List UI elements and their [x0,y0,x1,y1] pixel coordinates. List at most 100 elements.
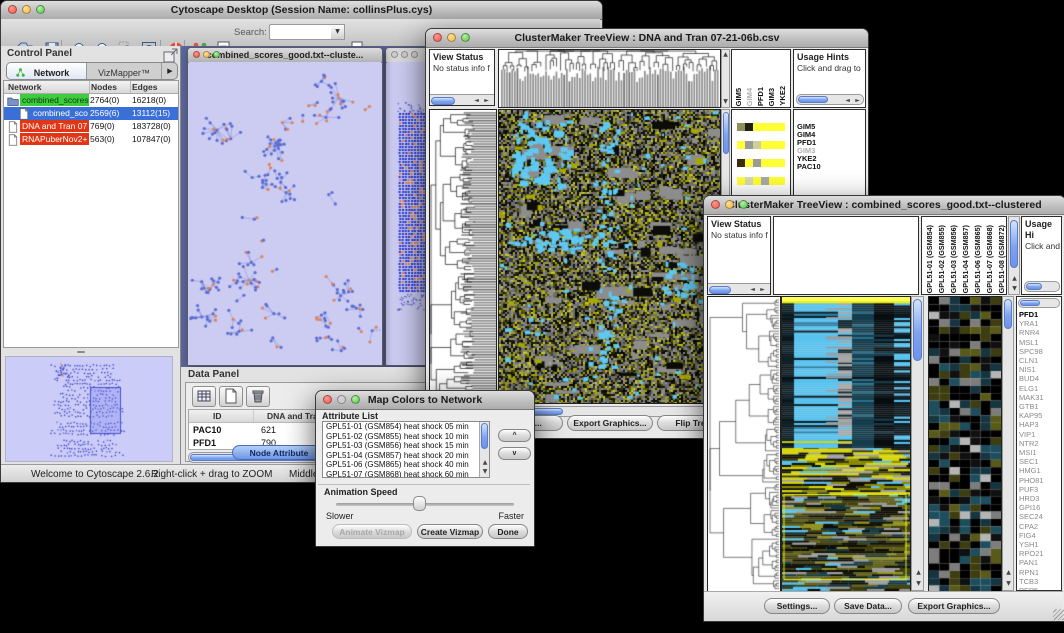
gene-label[interactable]: SPC98 [1017,347,1062,356]
gene-dendrogram-canvas[interactable] [707,296,781,593]
matrix-column-label[interactable]: GPL51-08 (GSM872) [997,225,1006,293]
network-row[interactable]: combined_scores2764(0)16218(0) [4,94,178,107]
float-panel-icon[interactable] [163,47,175,59]
gene-label[interactable]: PFD1 [1017,310,1062,319]
zoom-window-icon[interactable] [461,33,470,42]
gene-label[interactable]: NIS1 [1017,365,1062,374]
gene-label[interactable]: RPN1 [1017,568,1062,577]
gene-label[interactable]: PAN1 [1017,558,1062,567]
window-controls[interactable] [323,395,360,404]
resize-grip[interactable] [1053,609,1064,620]
view-status-scrollbar[interactable]: ◄ ► [430,94,494,105]
gene-label[interactable]: MAK31 [1017,393,1062,402]
search-dropdown-icon[interactable]: ▼ [331,24,345,40]
network-row[interactable]: combined_sco2569(6)13112(15) [4,107,178,120]
matrix-column-label[interactable]: GPL51-02 (GSM855) [937,225,946,293]
gene-label[interactable]: NTR2 [1017,439,1062,448]
gene-label[interactable]: TCB3 [1017,577,1062,586]
attribute-list-scrollbar[interactable]: ▲ ▼ [479,422,489,477]
zoom-window-icon[interactable] [351,395,360,404]
tab-vizmapper[interactable]: VizMapper™ [87,63,161,79]
window-controls[interactable] [193,51,220,58]
network-canvas-1[interactable] [189,62,381,365]
search-input[interactable] [269,24,333,40]
zoom-heatmap-canvas[interactable] [928,296,1002,593]
map-colors-dialog[interactable]: Map Colors to Network Attribute List GPL… [315,390,535,547]
attribute-item[interactable]: GPL51-06 (GSM865) heat shock 40 min [323,460,489,470]
gene-label[interactable]: FIG4 [1017,531,1062,540]
close-icon[interactable] [193,51,200,58]
gene-label[interactable]: YSH1 [1017,540,1062,549]
labels-vscrollbar[interactable]: ▲ ▼ [1008,216,1020,295]
matrix-column-label[interactable]: YKE2 [778,86,787,106]
matrix-column-label[interactable]: GIM3 [767,88,776,106]
expression-heatmap-canvas[interactable] [781,296,911,593]
gene-label[interactable]: GTB1 [1017,402,1062,411]
column-dendrogram-panel[interactable] [773,216,919,295]
close-icon[interactable] [433,33,442,42]
gene-label[interactable]: SEC1 [1017,457,1062,466]
gene-label[interactable]: ELG1 [1017,384,1062,393]
network-window-1-titlebar[interactable]: combined_scores_good.txt--cluste... [188,48,382,63]
heatmap-vscrollbar[interactable]: ▲ ▼ [911,296,924,591]
matrix-column-label[interactable]: GIM5 [734,88,743,106]
attribute-item[interactable]: GPL51-07 (GSM868) heat shock 60 min [323,470,489,479]
gene-label[interactable]: PHO81 [1017,476,1062,485]
trash-icon[interactable] [246,386,270,407]
minimize-icon[interactable] [203,51,210,58]
window-controls[interactable] [391,51,418,58]
gene-list-hscrollbar[interactable] [1018,298,1060,308]
tabs-overflow-button[interactable]: ▶ [161,63,178,79]
matrix-column-label[interactable]: GPL51-01 (GSM854) [925,225,934,293]
close-icon[interactable] [711,200,720,209]
gene-label[interactable]: MSI1 [1017,448,1062,457]
zoom-window-icon[interactable] [411,51,418,58]
save-data-button[interactable]: Save Data... [834,598,902,614]
zoom-window-icon[interactable] [213,51,220,58]
summary-matrix[interactable] [737,123,785,171]
create-vizmap-button[interactable]: Create Vizmap [417,524,483,539]
matrix-column-label[interactable]: PAC10 [789,82,791,106]
close-icon[interactable] [391,51,398,58]
gene-label[interactable]: PUF3 [1017,485,1062,494]
matrix-column-label[interactable]: GPL51-07 (GSM868) [985,225,994,293]
window-controls[interactable] [8,5,45,14]
usage-hints-scrollbar[interactable] [1024,281,1060,292]
attribute-item[interactable]: GPL51-02 (GSM855) heat shock 10 min [323,432,489,442]
minimize-icon[interactable] [22,5,31,14]
gene-label[interactable]: CPA2 [1017,522,1062,531]
main-window-titlebar[interactable]: Cytoscape Desktop (Session Name: collins… [1,1,602,20]
tab-network[interactable]: Network [7,63,87,79]
minimize-icon[interactable] [337,395,346,404]
table-grid-icon[interactable] [192,386,216,407]
window-controls[interactable] [711,200,748,209]
usage-hints-scrollbar[interactable]: ◄ ► [796,94,864,105]
close-icon[interactable] [8,5,17,14]
matrix-column-label[interactable]: GPL51-06 (GSM865) [973,225,982,293]
network-row[interactable]: DNA and Tran 07769(0)183728(0) [4,120,178,133]
tab-node-attribute-browser[interactable]: Node Attribute Brows... [232,445,326,460]
move-down-button[interactable]: v [498,447,531,460]
zoom-window-icon[interactable] [36,5,45,14]
new-page-icon[interactable] [219,386,243,407]
matrix-column-label[interactable]: PFD1 [756,87,765,106]
gene-label[interactable]: GPI16 [1017,503,1062,512]
matrix-column-label[interactable]: GIM4 [745,88,754,106]
gene-label[interactable]: SEC24 [1017,512,1062,521]
matrix-column-label[interactable]: GPL51-04 (GSM857) [961,225,970,293]
treeview-combined-titlebar[interactable]: ClusterMaker TreeView : combined_scores_… [704,196,1064,215]
done-button[interactable]: Done [488,524,528,539]
settings-button[interactable]: Settings... [764,598,830,614]
minimize-icon[interactable] [447,33,456,42]
panel-divider[interactable] [3,349,179,355]
dendrogram-vscrollbar[interactable]: ▲ ▼ [721,49,730,108]
gene-label[interactable]: RPO21 [1017,549,1062,558]
row-dendrogram-canvas[interactable] [429,109,497,404]
gene-label[interactable]: HRD3 [1017,494,1062,503]
export-graphics-button[interactable]: Export Graphics... [567,415,653,431]
attribute-item[interactable]: GPL51-01 (GSM854) heat shock 05 min [323,422,489,432]
view-status-scrollbar[interactable]: ◄ ► [708,283,770,294]
gene-label[interactable]: VIP1 [1017,430,1062,439]
gene-label[interactable]: KAP95 [1017,411,1062,420]
network-row[interactable]: RNAPuberNov2+563(0)107847(0) [4,133,178,146]
